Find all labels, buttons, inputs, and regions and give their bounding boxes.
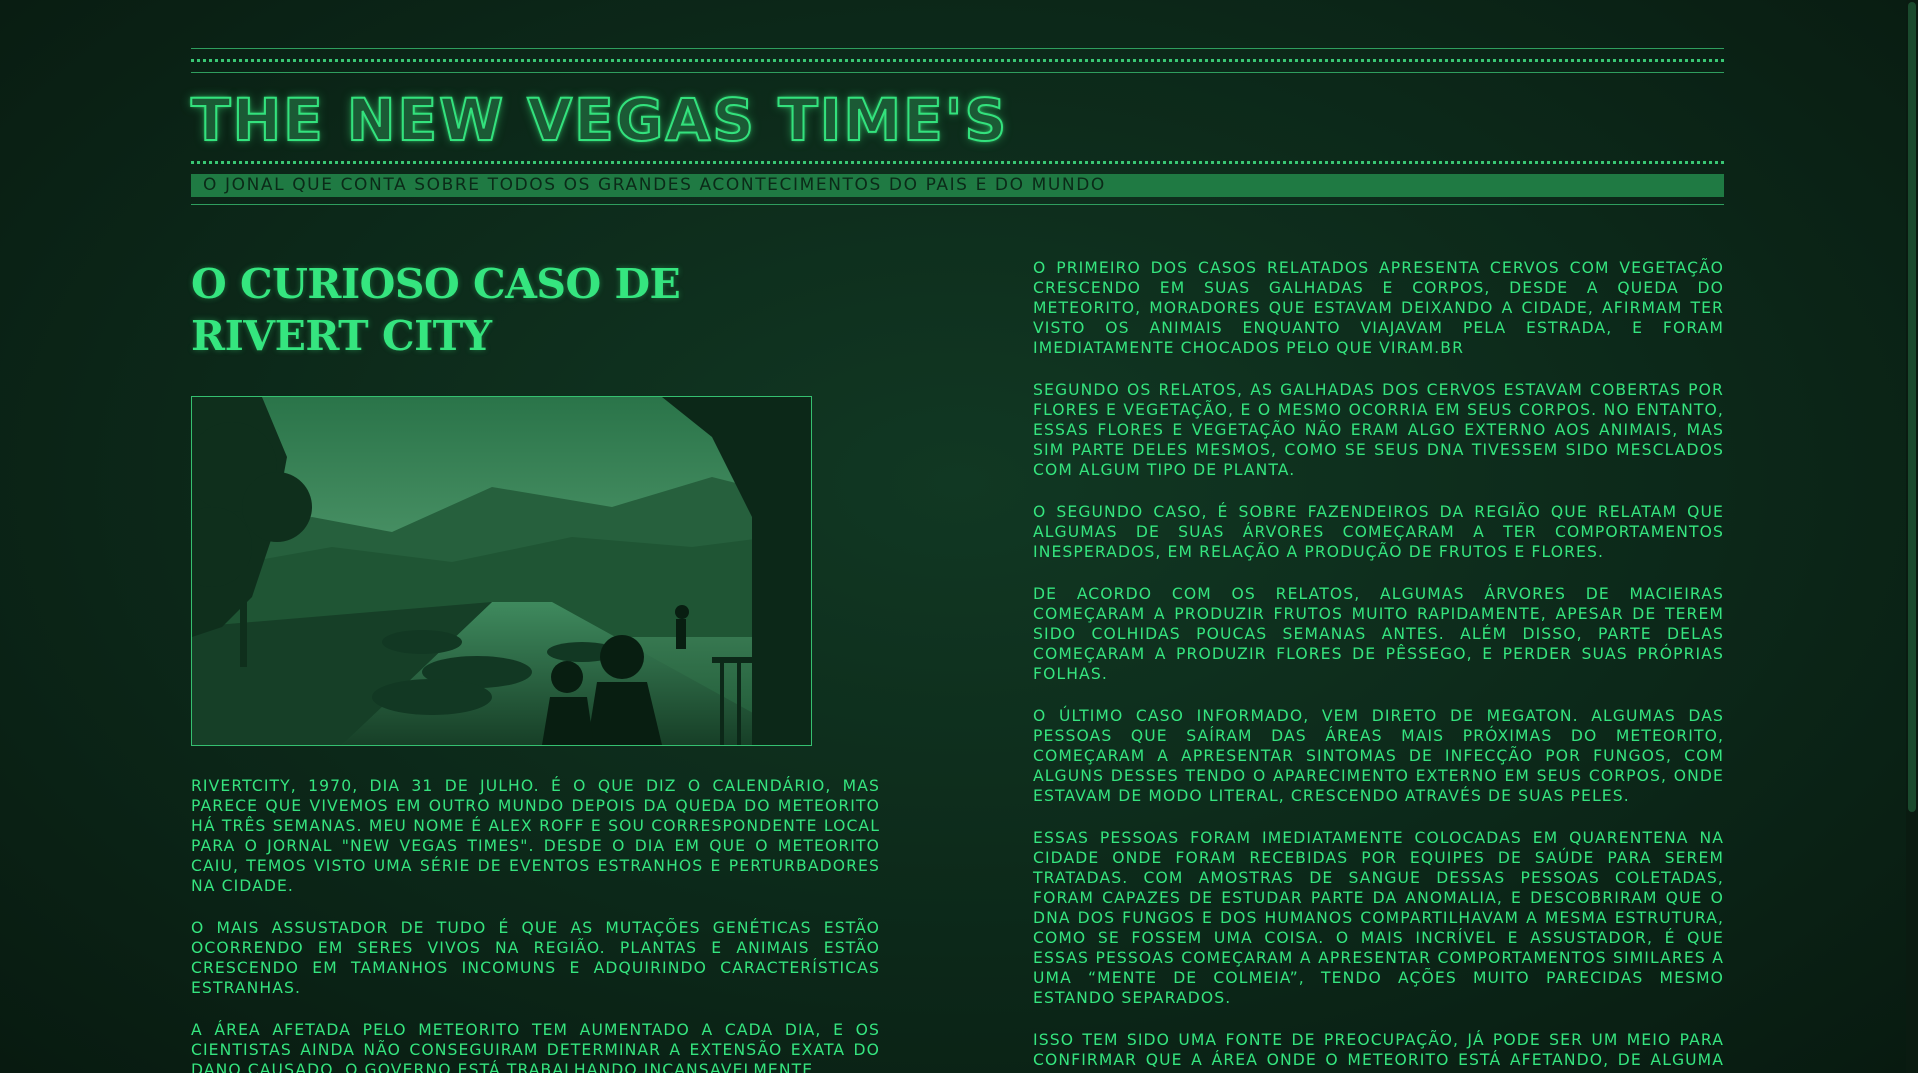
newspaper-title: THE NEW VEGAS TIME'S	[190, 86, 1009, 154]
top-solid-rule	[191, 48, 1724, 49]
newspaper-page: THE NEW VEGAS TIME'S O JONAL QUE CONTA S…	[190, 48, 1724, 1073]
vertical-scrollbar[interactable]	[1906, 0, 1918, 1073]
top-dotted-rule	[191, 59, 1724, 62]
left-article-text: RIVERTCITY, 1970, DIA 31 DE JULHO. É O Q…	[191, 776, 880, 1073]
masthead: THE NEW VEGAS TIME'S O JONAL QUE CONTA S…	[190, 48, 1724, 205]
newspaper-subtitle: O JONAL QUE CONTA SOBRE TODOS OS GRANDES…	[191, 174, 1724, 197]
article-paragraph: DE ACORDO COM OS RELATOS, ALGUMAS ÁRVORE…	[1033, 585, 1724, 683]
article-paragraph: RIVERTCITY, 1970, DIA 31 DE JULHO. É O Q…	[191, 777, 880, 895]
bottom-solid-rule	[191, 204, 1724, 205]
article-paragraph: ISSO TEM SIDO UMA FONTE DE PREOCUPAÇÃO, …	[1033, 1031, 1724, 1073]
article-headline: O CURIOSO CASO DE RIVERT CITY	[191, 260, 681, 360]
article-paragraph: ESSAS PESSOAS FORAM IMEDIATAMENTE COLOCA…	[1033, 829, 1724, 1007]
article-paragraph: O PRIMEIRO DOS CASOS RELATADOS APRESENTA…	[1033, 259, 1724, 357]
masthead-bottom-rules: O JONAL QUE CONTA SOBRE TODOS OS GRANDES…	[191, 161, 1724, 205]
left-column: O CURIOSO CASO DE RIVERT CITY RIVERTCITY…	[191, 258, 880, 1073]
scrollbar-thumb[interactable]	[1908, 2, 1916, 812]
right-column: O PRIMEIRO DOS CASOS RELATADOS APRESENTA…	[1033, 258, 1724, 1073]
article-paragraph: A ÁREA AFETADA PELO METEORITO TEM AUMENT…	[191, 1021, 880, 1073]
article-paragraph: SEGUNDO OS RELATOS, AS GALHADAS DOS CERV…	[1033, 381, 1724, 479]
bottom-dotted-rule	[191, 161, 1724, 164]
article-image	[191, 396, 812, 746]
article-paragraph: O SEGUNDO CASO, É SOBRE FAZENDEIROS DA R…	[1033, 503, 1724, 561]
top-solid-rule-2	[191, 72, 1724, 73]
article-paragraph: O ÚLTIMO CASO INFORMADO, VEM DIRETO DE M…	[1033, 707, 1724, 805]
masthead-top-rules	[191, 48, 1724, 73]
article-paragraph: O MAIS ASSUSTADOR DE TUDO É QUE AS MUTAÇ…	[191, 919, 880, 997]
